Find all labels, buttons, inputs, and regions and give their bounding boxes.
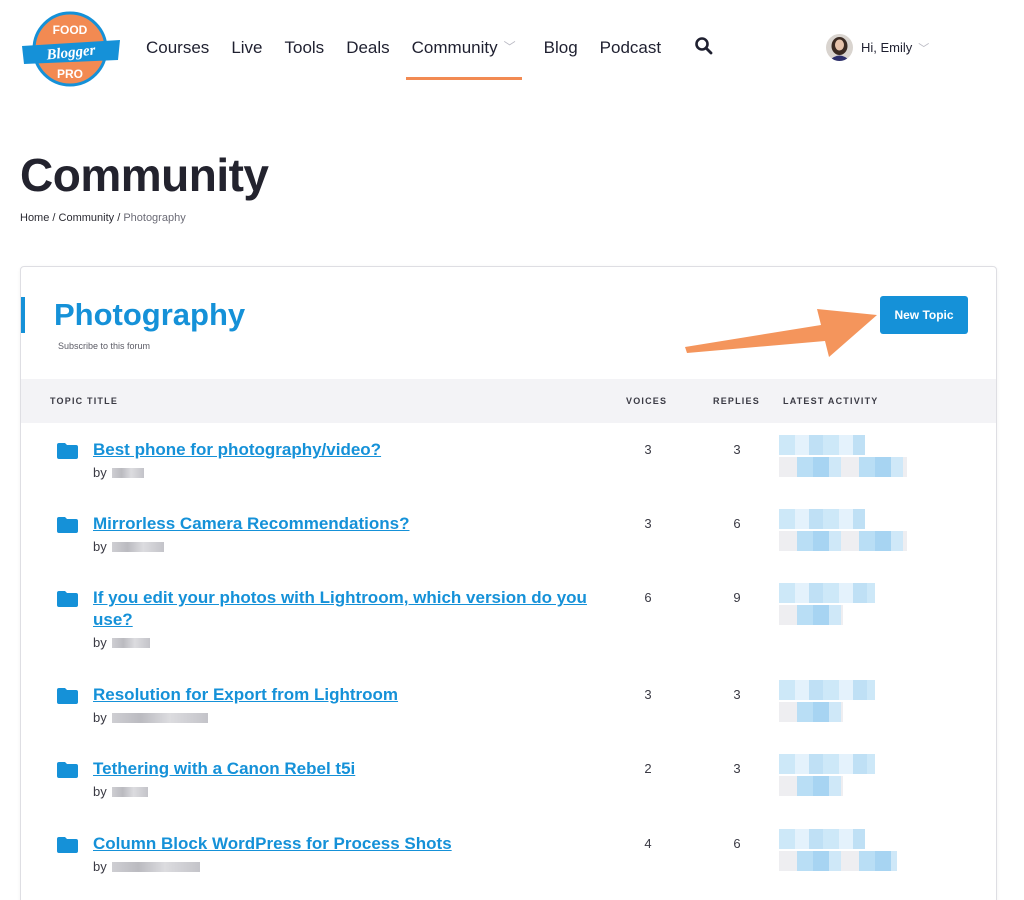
folder-icon [57,688,78,704]
arrow-annotation [685,309,877,357]
replies-count: 6 [733,836,741,851]
voices-count: 3 [644,687,652,702]
subscribe-link[interactable]: Subscribe to this forum [58,341,150,351]
author-name-redacted[interactable] [111,638,150,648]
voices-count: 4 [644,836,652,851]
replies-count: 9 [733,590,741,605]
topic-author: by [93,710,208,725]
topic-link[interactable]: Column Block WordPress for Process Shots [93,833,593,855]
author-name-redacted[interactable] [111,787,148,797]
latest-activity-redacted[interactable] [779,435,919,481]
latest-activity-redacted[interactable] [779,829,919,875]
breadcrumb: Home / Community / Photography [20,212,186,224]
nav-tools[interactable]: Tools [285,0,325,80]
main-nav: Courses Live Tools Deals Community ﹀ Blog… [146,0,683,96]
author-name-redacted[interactable] [111,542,164,552]
topic-author: by [93,784,148,799]
folder-icon [57,837,78,853]
topic-link[interactable]: Resolution for Export from Lightroom [93,684,593,706]
breadcrumb-current: Photography [123,212,186,224]
topic-link[interactable]: Tethering with a Canon Rebel t5i [93,758,593,780]
nav-podcast[interactable]: Podcast [600,0,661,80]
nav-deals[interactable]: Deals [346,0,389,80]
column-topic-title: TOPIC TITLE [50,396,119,406]
folder-icon [57,762,78,778]
topic-author: by [93,465,144,480]
column-voices: VOICES [626,396,668,406]
logo-text-food: FOOD [53,23,88,37]
author-name-redacted[interactable] [111,713,208,723]
folder-icon [57,517,78,533]
replies-count: 3 [733,761,741,776]
voices-count: 2 [644,761,652,776]
forum-card: Photography Subscribe to this forum New … [20,266,997,900]
author-name-redacted[interactable] [111,468,144,478]
food-blogger-pro-logo[interactable]: FOOD Blogger PRO [20,10,122,88]
topic-author: by [93,859,200,874]
latest-activity-redacted[interactable] [779,509,919,555]
latest-activity-redacted[interactable] [779,583,919,629]
topic-link[interactable]: If you edit your photos with Lightroom, … [93,587,593,631]
topics-table-header: TOPIC TITLE VOICES REPLIES LATEST ACTIVI… [21,379,996,423]
column-replies: REPLIES [713,396,760,406]
column-latest-activity: LATEST ACTIVITY [783,396,879,406]
breadcrumb-home[interactable]: Home [20,212,49,224]
nav-live[interactable]: Live [231,0,262,80]
voices-count: 3 [644,442,652,457]
latest-activity-redacted[interactable] [779,680,919,726]
replies-count: 3 [733,687,741,702]
replies-count: 6 [733,516,741,531]
page-title: Community [20,149,269,201]
user-greeting: Hi, Emily [861,40,913,55]
author-name-redacted[interactable] [111,862,200,872]
topic-author: by [93,635,150,650]
search-icon[interactable] [694,36,714,56]
logo-text-pro: PRO [57,67,83,81]
user-menu[interactable]: Hi, Emily ﹀ [826,34,929,61]
latest-activity-redacted[interactable] [779,754,919,800]
forum-title: Photography [54,297,246,332]
chevron-down-icon: ﹀ [918,42,930,55]
topic-author: by [93,539,164,554]
forum-accent-bar [21,297,25,333]
nav-courses[interactable]: Courses [146,0,209,80]
voices-count: 3 [644,516,652,531]
site-header: FOOD Blogger PRO Courses Live Tools Deal… [0,0,1024,96]
topic-link[interactable]: Best phone for photography/video? [93,439,593,461]
replies-count: 3 [733,442,741,457]
avatar [826,34,853,61]
nav-community[interactable]: Community ﹀ [405,0,522,80]
folder-icon [57,443,78,459]
topic-link[interactable]: Mirrorless Camera Recommendations? [93,513,593,535]
breadcrumb-community[interactable]: Community [59,212,115,224]
nav-blog[interactable]: Blog [544,0,578,80]
new-topic-button[interactable]: New Topic [880,296,968,334]
chevron-down-icon: ﹀ [503,40,516,54]
folder-icon [57,591,78,607]
voices-count: 6 [644,590,652,605]
